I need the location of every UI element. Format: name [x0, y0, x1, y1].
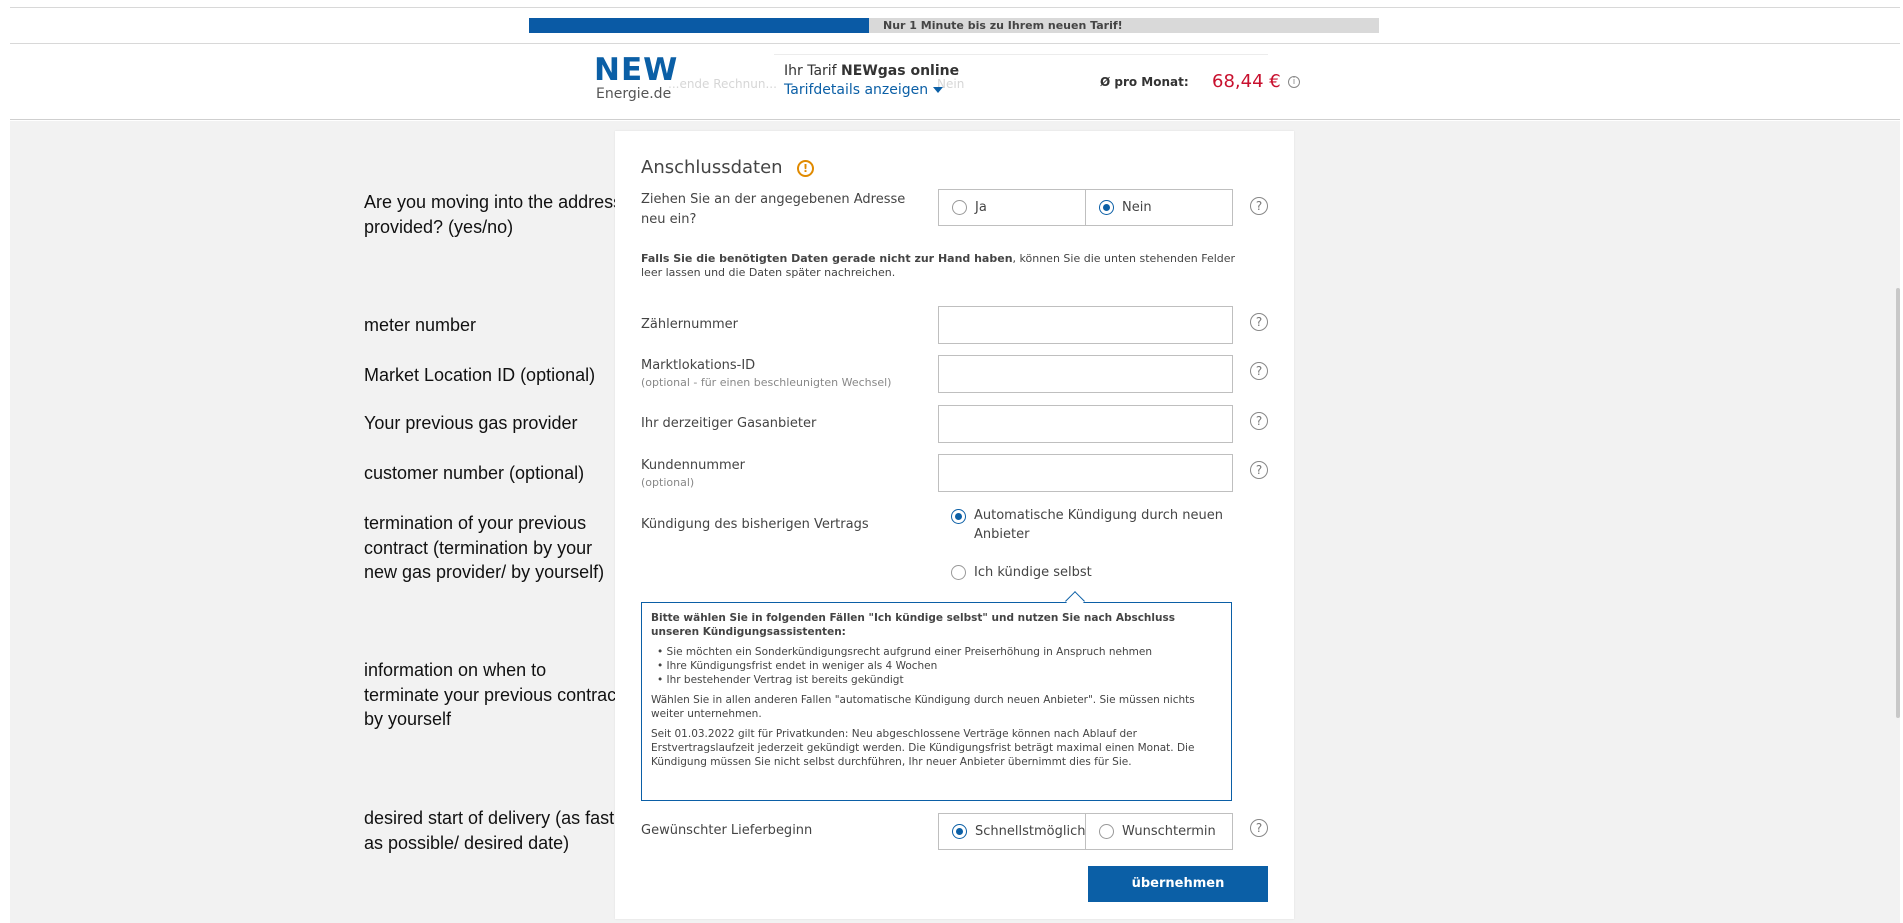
help-icon-move[interactable]: ?	[1250, 197, 1268, 215]
annotation-delivery: desired start of delivery (as fast as po…	[364, 808, 615, 853]
info-list-item: Ihre Kündigungsfrist endet in weniger al…	[651, 659, 1222, 673]
customer-label: Kundennummer (optional)	[641, 456, 745, 490]
malo-label-text: Marktlokations-ID	[641, 358, 756, 373]
logo[interactable]: NEW Energie.de	[594, 53, 694, 107]
ghost-divider	[774, 54, 1268, 55]
help-icon-meter[interactable]: ?	[1250, 313, 1268, 331]
delivery-asap-radio[interactable]	[952, 824, 967, 839]
help-icon-malo[interactable]: ?	[1250, 362, 1268, 380]
info-list-item: Sie möchten ein Sonderkündigungsrecht au…	[651, 645, 1222, 659]
warning-icon[interactable]: !	[797, 160, 814, 177]
termination-info-box: Bitte wählen Sie in folgenden Fällen "Ic…	[641, 602, 1232, 801]
help-icon-provider[interactable]: ?	[1250, 412, 1268, 430]
delivery-date-radio[interactable]	[1099, 824, 1114, 839]
move-yes-radio[interactable]	[952, 200, 967, 215]
move-no-option[interactable]: Nein	[1085, 189, 1233, 226]
termination-self-label[interactable]: Ich kündige selbst	[974, 563, 1092, 582]
annotation-market: Market Location ID (optional)	[364, 365, 596, 385]
delivery-label: Gewünschter Lieferbeginn	[641, 823, 813, 838]
malo-label: Marktlokations-ID (optional - für einen b…	[641, 356, 891, 390]
move-yes-label: Ja	[975, 200, 987, 215]
annotation-termination: termination of your previous contract (t…	[364, 513, 605, 582]
info-list-item: Ihr bestehender Vertrag ist bereits gekü…	[651, 673, 1222, 687]
info-paragraph-2: Seit 01.03.2022 gilt für Privatkunden: N…	[651, 728, 1195, 768]
termination-self-radio[interactable]	[951, 565, 966, 580]
note-text: Falls Sie die benötigten Daten gerade ni…	[641, 252, 1241, 280]
market-location-input[interactable]	[938, 355, 1233, 393]
meter-number-input[interactable]	[938, 306, 1233, 344]
delivery-date-label: Wunschtermin	[1122, 824, 1216, 839]
annotation-info: information on when to terminate your pr…	[364, 660, 622, 729]
tarif-details-link[interactable]: Tarifdetails anzeigen	[784, 82, 944, 98]
provider-label: Ihr derzeitiger Gasanbieter	[641, 416, 817, 431]
logo-wordmark: NEW	[594, 52, 679, 88]
form-title: Anschlussdaten	[641, 157, 783, 178]
termination-label: Kündigung des bisherigen Vertrags	[641, 517, 869, 532]
tarif-prefix: Ihr Tarif	[784, 63, 842, 79]
customer-label-text: Kundennummer	[641, 458, 745, 473]
move-no-label: Nein	[1122, 200, 1152, 215]
annotation-meter: meter number	[364, 315, 477, 335]
move-no-radio[interactable]	[1099, 200, 1114, 215]
delivery-asap-label: Schnellstmöglich	[975, 824, 1086, 839]
meter-label: Zählernummer	[641, 317, 738, 332]
note-bold: Falls Sie die benötigten Daten gerade ni…	[641, 252, 1013, 265]
price-info-icon[interactable]: i	[1288, 76, 1300, 88]
termination-auto-label[interactable]: Automatische Kündigung durch neuen Anbie…	[974, 506, 1234, 544]
annotation-moving: Are you moving into the address provided…	[364, 192, 623, 237]
annotation-provider: Your previous gas provider	[364, 413, 578, 433]
annotation-customer: customer number (optional)	[364, 463, 585, 483]
customer-number-input[interactable]	[938, 454, 1233, 492]
top-divider	[10, 7, 1900, 8]
delivery-asap-option[interactable]: Schnellstmöglich	[938, 813, 1086, 850]
logo-subtext: Energie.de	[596, 86, 672, 102]
scrollbar[interactable]	[1896, 288, 1900, 718]
per-month-label: Ø pro Monat:	[1100, 75, 1189, 89]
tarif-details-label: Tarifdetails anzeigen	[784, 82, 929, 98]
provider-input[interactable]	[938, 405, 1233, 443]
help-icon-customer[interactable]: ?	[1250, 461, 1268, 479]
malo-sublabel: (optional - für einen beschleunigten Wec…	[641, 376, 892, 389]
progress-text: Nur 1 Minute bis zu Ihrem neuen Tarif!	[883, 19, 1123, 32]
progress-bar: Nur 1 Minute bis zu Ihrem neuen Tarif!	[529, 18, 1379, 33]
info-heading: Bitte wählen Sie in folgenden Fällen "Ic…	[651, 612, 1175, 638]
delivery-date-option[interactable]: Wunschtermin	[1085, 813, 1233, 850]
customer-sublabel: (optional)	[641, 476, 695, 489]
move-yes-option[interactable]: Ja	[938, 189, 1086, 226]
tarif-line: Ihr Tarif NEWgas online	[784, 63, 959, 79]
caret-down-icon	[933, 87, 944, 93]
termination-auto-radio[interactable]	[951, 509, 966, 524]
monthly-price: 68,44 €	[1212, 71, 1281, 92]
progress-fill	[529, 18, 869, 33]
tarif-name: NEWgas online	[841, 63, 960, 79]
help-icon-delivery[interactable]: ?	[1250, 819, 1268, 837]
move-label: Ziehen Sie an der angegebenen Adresse ne…	[641, 192, 906, 227]
info-list: Sie möchten ein Sonderkündigungsrecht au…	[651, 645, 1222, 687]
submit-button[interactable]: übernehmen	[1088, 866, 1268, 902]
info-paragraph-1: Wählen Sie in allen anderen Fallen "auto…	[651, 694, 1195, 720]
